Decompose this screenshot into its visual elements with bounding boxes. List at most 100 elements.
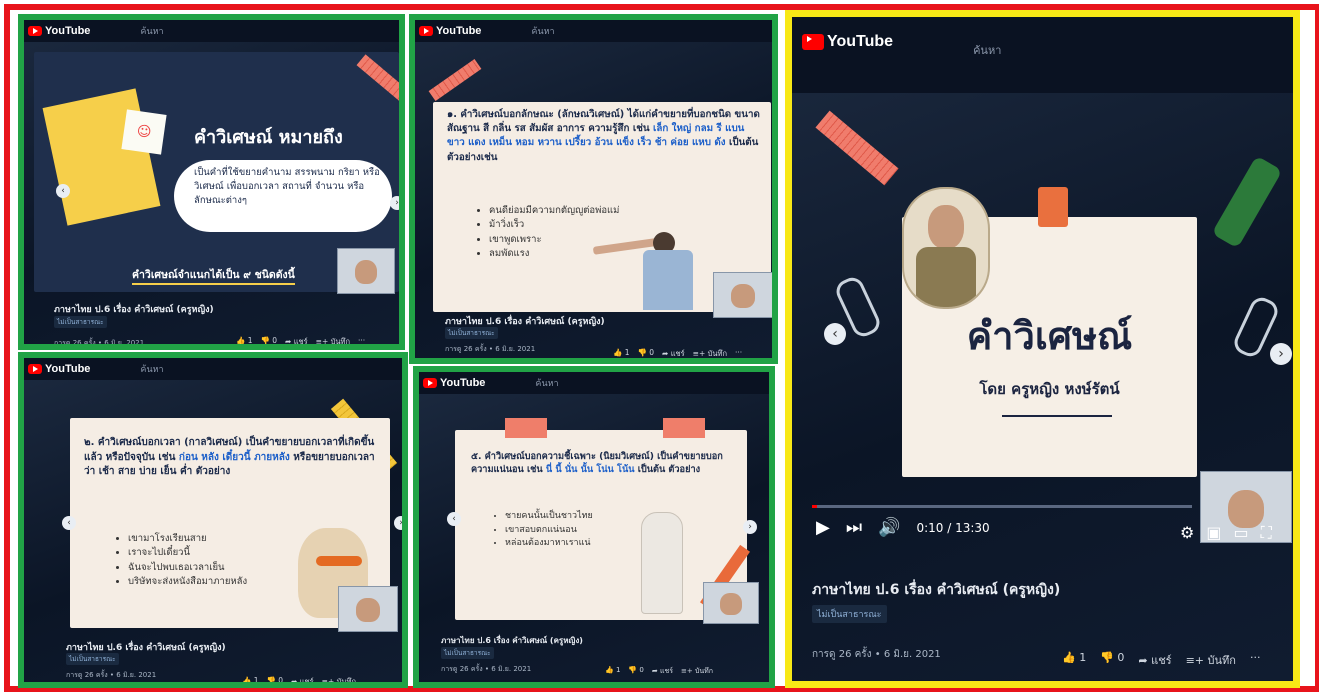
teacher-face [354, 260, 378, 285]
share-button[interactable]: ➦ แชร์ [652, 666, 673, 677]
share-button[interactable]: ➦ แชร์ [285, 336, 308, 344]
list-item: ฉันจะไปพบเธอเวลาเย็น [128, 561, 247, 575]
video-title[interactable]: ภาษาไทย ป.6 เรื่อง คำวิเศษณ์ (ครูหญิง) [441, 634, 583, 647]
save-button[interactable]: ≡+ บันทึก [322, 676, 356, 682]
save-label: บันทึก [694, 667, 714, 675]
dislike-button[interactable]: 👎 0 [267, 676, 284, 685]
dislike-count: 0 [278, 676, 284, 685]
brand-text: YouTube [45, 363, 91, 375]
examples-suffix: เป็นต้น ตัวอย่าง [637, 464, 701, 476]
panel-1: YouTube ค้นหา ☺ คำวิเศษณ์ หมายถึง เป็นคำ… [18, 14, 405, 350]
panel-2: YouTube ค้นหา ๑. คำวิเศษณ์บอกลักษณะ (ลัก… [409, 14, 778, 364]
panel-3: YouTube ค้นหา ๒. คำวิเศษณ์บอกเวลา (กาลวิ… [18, 352, 408, 688]
search-input[interactable]: ค้นหา [973, 41, 1001, 59]
sticky-note-icon: ☺ [121, 109, 167, 155]
ruler-decoration [428, 59, 482, 101]
share-button[interactable]: ➦ แชร์ [662, 348, 685, 358]
youtube-logo[interactable]: YouTube [423, 377, 485, 389]
teacher-face [731, 284, 755, 309]
youtube-play-icon [423, 378, 437, 388]
youtube-logo[interactable]: YouTube [28, 363, 90, 375]
prev-slide-button[interactable]: ‹ [824, 323, 846, 345]
next-video-icon[interactable]: ⏭ [846, 517, 862, 538]
next-slide-button[interactable]: › [1270, 343, 1292, 365]
privacy-badge: ไม่เป็นสาธารณะ [441, 647, 494, 659]
slide-body: เป็นคำที่ใช้ขยายคำนาม สรรพนาม กริยา หรือ… [194, 167, 380, 206]
youtube-logo[interactable]: YouTube [802, 33, 893, 51]
video-screen: YouTube ค้นหา ๑. คำวิเศษณ์บอกลักษณะ (ลัก… [415, 20, 772, 358]
youtube-play-icon [28, 26, 42, 36]
dislike-count: 0 [649, 348, 655, 357]
save-button[interactable]: ≡+ บันทึก [1186, 651, 1236, 669]
teacher-face [720, 593, 742, 615]
list-item: เขาสอบตกแน่นอน [505, 524, 593, 538]
miniplayer-icon[interactable]: ▣ [1206, 523, 1221, 543]
dislike-button[interactable]: 👎 0 [638, 348, 655, 358]
slide-title: คำวิเศษณ์ [966, 314, 1133, 358]
slide-footer: คำวิเศษณ์จำแนกได้เป็น ๙ ชนิดดังนี้ [132, 266, 295, 285]
more-icon[interactable]: ··· [1250, 651, 1261, 669]
next-slide-button[interactable]: › [390, 196, 399, 210]
action-bar: 👍 1 👎 0 ➦ แชร์ ≡+ บันทึก [242, 676, 356, 685]
share-label: แชร์ [1151, 654, 1172, 667]
dislike-button[interactable]: 👎 0 [628, 666, 643, 677]
player-controls: ▶ ⏭ 🔊 0:10 / 13:30 [816, 517, 990, 538]
slide-underline [1002, 415, 1112, 417]
teacher-webcam [337, 248, 395, 294]
prev-slide-button[interactable]: ‹ [447, 512, 461, 526]
share-button[interactable]: ➦ แชร์ [291, 676, 314, 682]
example-list: ชายคนนั้นเป็นชาวไทย เขาสอบตกแน่นอน หล่อน… [491, 510, 593, 551]
youtube-logo[interactable]: YouTube [28, 25, 90, 37]
fullscreen-icon[interactable]: ⛶ [1261, 523, 1272, 543]
dislike-button[interactable]: 👎 0 [1100, 651, 1124, 669]
search-input[interactable]: ค้นหา [140, 24, 163, 38]
more-icon[interactable]: ··· [358, 336, 365, 344]
search-input[interactable]: ค้นหา [535, 376, 558, 390]
youtube-topbar: YouTube ค้นหา [24, 358, 402, 380]
like-button[interactable]: 👍 1 [613, 348, 630, 358]
theater-icon[interactable]: ▭ [1233, 523, 1248, 543]
list-item: หล่อนต้องมาหาเราแน่ [505, 537, 593, 551]
brand-text: YouTube [436, 25, 482, 37]
view-meta: การดู 26 ครั้ง • 6 มิ.ย. 2021 [54, 339, 145, 347]
search-input[interactable]: ค้นหา [531, 24, 554, 38]
dislike-button[interactable]: 👎 0 [261, 336, 278, 344]
volume-icon[interactable]: 🔊 [878, 517, 900, 538]
more-icon[interactable]: ··· [735, 348, 742, 358]
next-slide-button[interactable]: › [743, 520, 757, 534]
slide: ☺ คำวิเศษณ์ หมายถึง เป็นคำที่ใช้ขยายคำนา… [34, 52, 399, 294]
view-meta: การดู 26 ครั้ง • 6 มิ.ย. 2021 [66, 671, 157, 679]
action-bar: 👍 1 👎 0 ➦ แชร์ ≡+ บันทึก [605, 666, 713, 677]
save-button[interactable]: ≡+ บันทึก [681, 666, 713, 677]
youtube-logo[interactable]: YouTube [419, 25, 481, 37]
video-screen: YouTube ค้นหา ๕. คำวิเศษณ์บอกความชี้เฉพา… [419, 372, 769, 682]
video-screen: YouTube ค้นหา คำวิเศษณ์ โดย ครูหญิง หงษ์… [792, 17, 1293, 681]
ruler-decoration [356, 54, 399, 104]
progress-fill [812, 505, 817, 508]
like-button[interactable]: 👍 1 [242, 676, 259, 682]
privacy-badge: ไม่เป็นสาธารณะ [445, 327, 498, 339]
video-title[interactable]: ภาษาไทย ป.6 เรื่อง คำวิเศษณ์ (ครูหญิง) [812, 579, 1060, 601]
play-icon[interactable]: ▶ [816, 517, 830, 538]
video-title[interactable]: ภาษาไทย ป.6 เรื่อง คำวิเศษณ์ (ครูหญิง) [54, 302, 214, 316]
like-button[interactable]: 👍 1 [1062, 651, 1086, 669]
settings-gear-icon[interactable]: ⚙ [1180, 523, 1194, 543]
save-label: บันทึก [330, 337, 350, 346]
next-slide-button[interactable]: › [394, 516, 402, 530]
save-button[interactable]: ≡+ บันทึก [693, 348, 727, 358]
slide: ๑. คำวิเศษณ์บอกลักษณะ (ลักษณวิเศษณ์) ได้… [433, 102, 772, 318]
prev-slide-button[interactable]: ‹ [62, 516, 76, 530]
share-button[interactable]: ➦ แชร์ [1138, 651, 1171, 669]
prev-slide-button[interactable]: ‹ [56, 184, 70, 198]
teacher-webcam [703, 582, 759, 624]
like-button[interactable]: 👍 1 [605, 666, 620, 677]
video-title[interactable]: ภาษาไทย ป.6 เรื่อง คำวิเศษณ์ (ครูหญิง) [66, 640, 226, 654]
search-input[interactable]: ค้นหา [140, 362, 163, 376]
privacy-badge: ไม่เป็นสาธารณะ [812, 605, 887, 623]
progress-track[interactable] [812, 505, 1192, 508]
panel-5: YouTube ค้นหา คำวิเศษณ์ โดย ครูหญิง หงษ์… [785, 10, 1300, 688]
video-title[interactable]: ภาษาไทย ป.6 เรื่อง คำวิเศษณ์ (ครูหญิง) [445, 314, 605, 328]
clip-tab-left [505, 418, 547, 438]
save-button[interactable]: ≡+ บันทึก [316, 336, 350, 346]
like-button[interactable]: 👍 1 [236, 336, 253, 344]
